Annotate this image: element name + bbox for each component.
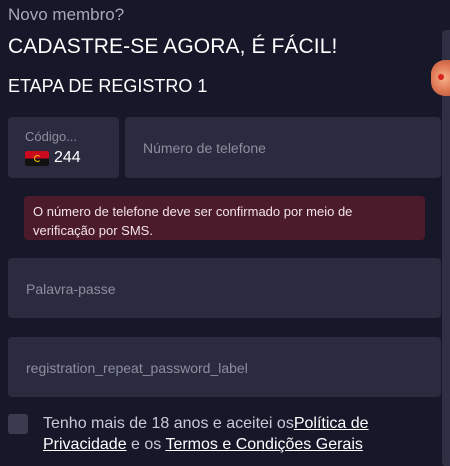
page-title: CADASTRE-SE AGORA, É FÁCIL! [8, 35, 338, 58]
country-code-value: 244 [54, 149, 81, 166]
consent-text-before: Tenho mais de 18 anos e aceitei os [43, 415, 294, 432]
floating-chat-widget[interactable] [431, 60, 450, 96]
sms-verification-alert: O número de telefone deve ser confirmado… [24, 196, 425, 240]
new-member-label: Novo membro? [8, 5, 125, 24]
age-terms-checkbox[interactable] [8, 414, 28, 434]
notification-dot-icon [438, 74, 444, 80]
consent-text-middle: e os [126, 436, 166, 453]
phone-number-placeholder: Número de telefone [143, 140, 266, 156]
repeat-password-input[interactable]: registration_repeat_password_label [8, 337, 441, 397]
terms-and-conditions-link[interactable]: Termos e Condições Gerais [165, 436, 362, 453]
country-code-select[interactable]: Código... 244 [8, 117, 119, 178]
consent-text: Tenho mais de 18 anos e aceitei osPolíti… [43, 413, 388, 455]
country-code-label: Código... [25, 129, 78, 144]
registration-step-title: ETAPA DE REGISTRO 1 [8, 76, 208, 96]
phone-number-input[interactable]: Número de telefone [125, 117, 441, 178]
angola-flag-icon [25, 150, 49, 166]
registration-page: Novo membro? CADASTRE-SE AGORA, É FÁCIL!… [0, 0, 450, 466]
password-placeholder: Palavra-passe [26, 281, 116, 297]
repeat-password-placeholder: registration_repeat_password_label [26, 360, 248, 376]
password-input[interactable]: Palavra-passe [8, 258, 441, 318]
